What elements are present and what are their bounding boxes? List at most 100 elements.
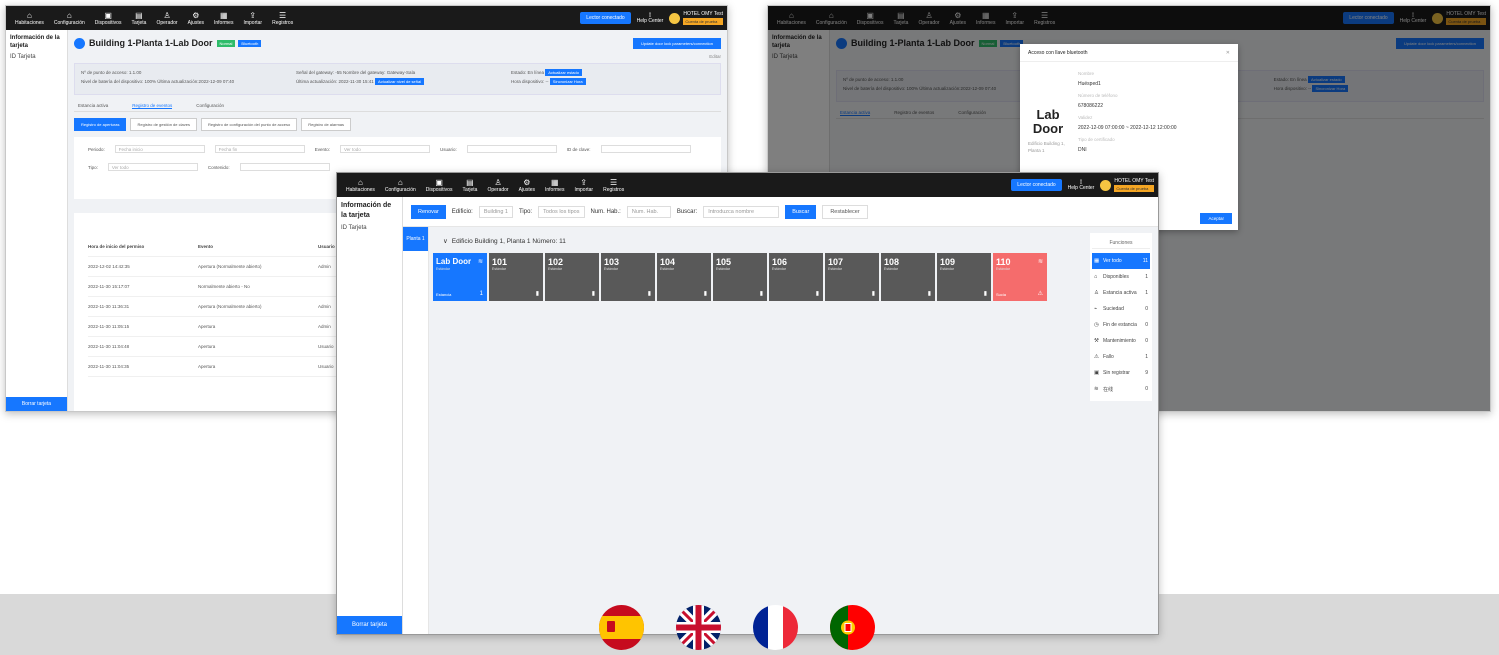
function-item[interactable]: ≋ 在线 0: [1092, 381, 1150, 397]
battery-icon: ▮: [927, 291, 931, 297]
wrench-icon: ⚒: [1094, 338, 1099, 344]
nav-item-1[interactable]: ⌂Configuración: [49, 11, 90, 26]
device-icon: ▣: [104, 10, 112, 20]
room-tile[interactable]: 110 Estándar ≋ Sucia ⚠: [993, 253, 1047, 301]
france-flag[interactable]: [753, 605, 798, 650]
nav-item-5[interactable]: ⚙Ajustes: [514, 178, 540, 193]
uk-flag[interactable]: [676, 605, 721, 650]
delete-card-button[interactable]: Borrar tarjeta: [337, 616, 402, 634]
nav-item-3[interactable]: ▤Tarjeta: [126, 11, 151, 26]
nav-item-3[interactable]: ▤Tarjeta: [457, 178, 482, 193]
event-select[interactable]: Ver todo: [340, 145, 431, 153]
spain-flag[interactable]: [599, 605, 644, 650]
search-button[interactable]: Buscar: [785, 204, 817, 219]
room-tile[interactable]: Lab Door Estándar ≋ Estancia 1: [433, 253, 487, 301]
key-id-input[interactable]: [600, 145, 691, 153]
sidebar-title: Información de la tarjeta: [341, 202, 392, 219]
room-tile[interactable]: 108 Estándar ▮: [881, 253, 935, 301]
encoder-button[interactable]: Lector conectado: [580, 12, 631, 24]
nav-item-0[interactable]: ⌂Habitaciones: [10, 11, 49, 26]
rooms-grid: Lab Door Estándar ≋ Estancia 1 101 Estándar ▮ 10…: [433, 253, 1082, 301]
tab-configuration[interactable]: Configuración: [196, 103, 224, 109]
guest-icon: 1: [479, 291, 483, 297]
search-input[interactable]: Introduzca nombre: [703, 205, 780, 218]
content-input[interactable]: [239, 163, 330, 171]
room-tile[interactable]: 105 Estándar ▮: [713, 253, 767, 301]
help-center-link[interactable]: ▯Help Center: [1068, 179, 1095, 191]
function-item[interactable]: ▦ Ver todo 11: [1092, 253, 1150, 269]
update-parameters-button[interactable]: Update door lock parameters/connection: [632, 37, 721, 49]
door-info-box: Nº de punto de acceso: 1.1.00 Nivel de ba…: [74, 63, 721, 95]
lock-icon: ▣: [1094, 370, 1100, 376]
nav-item-5[interactable]: ⚙Ajustes: [183, 11, 209, 26]
update-signal-button[interactable]: Actualizar nivel de señal: [374, 78, 425, 85]
delete-card-button[interactable]: Borrar tarjeta: [6, 397, 67, 411]
room-tile[interactable]: 109 Estándar ▮: [937, 253, 991, 301]
function-item[interactable]: ♙ Estancia activa 1: [1092, 285, 1150, 301]
room-tile[interactable]: 106 Estándar ▮: [769, 253, 823, 301]
nav-item-2[interactable]: ▣Dispositivos: [90, 11, 127, 26]
hotel-account[interactable]: HOTEL OMY TestCuenta de prueba: [1100, 178, 1154, 192]
nav-item-4[interactable]: ♙Operador: [482, 178, 513, 193]
nav-item-8[interactable]: ☰Registros: [267, 11, 298, 26]
function-item[interactable]: ⌁ Suciedad 0: [1092, 301, 1150, 317]
nav-item-7[interactable]: ⇪Importar: [569, 178, 598, 193]
sync-time-button[interactable]: Sincronizar Hora: [549, 78, 586, 85]
refresh-button[interactable]: Renovar: [411, 204, 446, 219]
sidebar-item-card-id[interactable]: ID Tarjeta: [10, 54, 63, 60]
nav-item-2[interactable]: ▣Dispositivos: [421, 178, 458, 193]
function-item[interactable]: ▣ Sin registrar 9: [1092, 365, 1150, 381]
nav-item-7[interactable]: ⇪Importar: [238, 11, 267, 26]
help-center-link[interactable]: ▯Help Center: [637, 12, 664, 24]
function-item[interactable]: ⌂ Disponibles 1: [1092, 269, 1150, 285]
function-item[interactable]: ⚠ Fallo 1: [1092, 349, 1150, 365]
floor-item[interactable]: Planta 1: [403, 227, 428, 251]
hotel-icon: ⌂: [27, 10, 32, 20]
update-status-button[interactable]: Actualizar estado: [545, 69, 582, 76]
function-item[interactable]: ⚒ Mantenimiento 0: [1092, 333, 1150, 349]
encoder-button[interactable]: Lector conectado: [1011, 179, 1062, 191]
subtab-keys[interactable]: Registro de gestión de claves: [130, 118, 197, 131]
end-date-input[interactable]: Fecha fin: [214, 145, 305, 153]
tab-active-stay[interactable]: Estancia activa: [78, 103, 108, 109]
nav-item-8[interactable]: ☰Registros: [598, 178, 629, 193]
rooms-toolbar: Renovar Edificio: Building 1 Tipo: Todos…: [403, 197, 1158, 227]
chevron-down-icon[interactable]: ∨: [443, 237, 448, 245]
function-item[interactable]: ◷ Fin de estancia 0: [1092, 317, 1150, 333]
nav-item-0[interactable]: ⌂Habitaciones: [341, 178, 380, 193]
battery-icon: ▮: [871, 291, 875, 297]
portugal-flag[interactable]: [830, 605, 875, 650]
log-icon: ☰: [610, 177, 618, 187]
sidebar-item-card-id[interactable]: ID Tarjeta: [341, 225, 398, 231]
room-tile[interactable]: 103 Estándar ▮: [601, 253, 655, 301]
subtab-access-config[interactable]: Registro de configuración del punto de a…: [200, 118, 298, 131]
main-nav: ⌂Habitaciones⌂Configuración▣Dispositivos…: [10, 11, 298, 26]
nav-item-6[interactable]: ▦Informes: [540, 178, 569, 193]
reset-button[interactable]: Restablecer: [822, 204, 868, 219]
type-select[interactable]: Ver todo: [107, 163, 198, 171]
nav-item-6[interactable]: ▦Informes: [209, 11, 238, 26]
nav-item-1[interactable]: ⌂Configuración: [380, 178, 421, 193]
subtab-openings[interactable]: Registro de aperturas: [74, 118, 127, 131]
building-select[interactable]: Building 1: [478, 205, 513, 218]
battery-icon: ▮: [815, 291, 819, 297]
hotel-account[interactable]: HOTEL OMY TestCuenta de prueba: [669, 11, 723, 25]
room-tile[interactable]: 102 Estándar ▮: [545, 253, 599, 301]
user-input[interactable]: [466, 145, 557, 153]
room-tile[interactable]: 101 Estándar ▮: [489, 253, 543, 301]
door-tabs: Estancia activa Registro de eventos Conf…: [74, 101, 721, 112]
subtab-alarms[interactable]: Registro de alarmas: [301, 118, 352, 131]
tab-event-log[interactable]: Registro de eventos: [132, 103, 173, 109]
wifi-icon: ≋: [477, 259, 483, 265]
start-date-input[interactable]: Fecha inicio: [114, 145, 205, 153]
type-select[interactable]: Todos los tipos: [538, 205, 585, 218]
room-tile[interactable]: 104 Estándar ▮: [657, 253, 711, 301]
person-icon: ♙: [1094, 290, 1099, 296]
room-number-input[interactable]: Num. Hab.: [626, 205, 671, 218]
modal-field-value: 678086222: [1078, 103, 1104, 109]
nav-item-4[interactable]: ♙Operador: [151, 11, 182, 26]
accept-button[interactable]: Aceptar: [1200, 213, 1232, 224]
room-tile[interactable]: 107 Estándar ▮: [825, 253, 879, 301]
edit-link[interactable]: Editar: [74, 54, 721, 59]
close-icon[interactable]: ✕: [1226, 50, 1230, 56]
